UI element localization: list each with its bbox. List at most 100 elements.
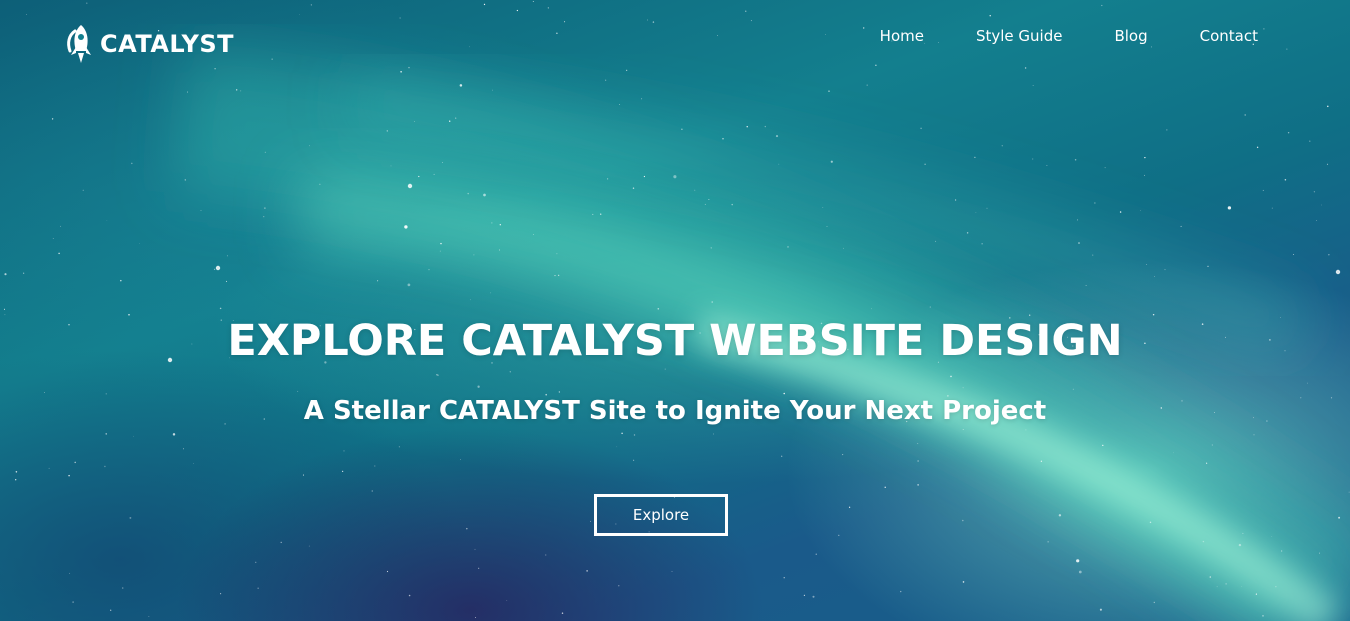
star <box>436 374 438 376</box>
star <box>1085 285 1087 287</box>
star <box>1154 276 1155 278</box>
nav-item-home[interactable]: Home <box>854 26 950 46</box>
star <box>1078 242 1080 244</box>
star <box>986 207 988 209</box>
star <box>843 247 845 249</box>
star <box>219 307 222 310</box>
star <box>341 470 344 473</box>
star <box>764 125 766 128</box>
star <box>600 213 602 215</box>
star <box>308 545 310 547</box>
star <box>1242 532 1244 534</box>
star <box>106 220 108 221</box>
star <box>848 506 851 508</box>
star <box>139 243 140 244</box>
star <box>1209 576 1212 578</box>
star <box>477 385 480 388</box>
star <box>460 459 461 460</box>
star <box>105 433 107 435</box>
star <box>673 175 677 179</box>
star <box>1153 601 1155 604</box>
star <box>148 616 150 618</box>
star <box>962 581 965 583</box>
star <box>1173 452 1175 454</box>
star <box>467 192 469 195</box>
star <box>830 160 833 163</box>
star <box>1318 552 1320 554</box>
star <box>590 520 592 522</box>
star <box>213 268 216 270</box>
star <box>386 570 389 573</box>
star <box>1102 444 1104 447</box>
star <box>981 243 983 245</box>
star <box>1253 434 1255 436</box>
star <box>264 151 266 153</box>
star <box>621 432 623 435</box>
star <box>414 120 415 122</box>
star <box>632 187 635 189</box>
star <box>319 183 321 185</box>
star <box>1284 179 1287 181</box>
star <box>371 490 373 492</box>
star <box>297 390 299 392</box>
top-navigation-bar: CATALYST Home Style Guide Blog Contact <box>0 0 1350 72</box>
star <box>935 240 937 242</box>
star <box>386 130 388 132</box>
star <box>1262 615 1264 617</box>
star <box>433 173 435 175</box>
star <box>1047 541 1049 543</box>
explore-button[interactable]: Explore <box>594 494 728 536</box>
star <box>1092 254 1094 256</box>
bright-star <box>407 183 413 189</box>
star <box>1094 202 1096 204</box>
star <box>713 433 714 435</box>
star <box>60 225 62 227</box>
star <box>1144 174 1145 176</box>
star <box>681 128 683 131</box>
star <box>110 609 112 611</box>
star <box>1032 85 1034 86</box>
star <box>184 179 186 181</box>
star <box>722 138 724 140</box>
star <box>1225 583 1227 585</box>
rocket-icon <box>67 25 91 63</box>
star <box>428 269 430 271</box>
star <box>619 104 620 105</box>
star <box>220 593 222 595</box>
star <box>455 117 457 119</box>
star <box>474 548 476 550</box>
nav-item-blog[interactable]: Blog <box>1088 26 1173 46</box>
star <box>133 435 134 437</box>
star <box>917 443 919 444</box>
star <box>871 308 872 310</box>
star <box>1348 491 1350 493</box>
star <box>187 91 188 93</box>
star <box>812 595 815 598</box>
nav-item-style-guide[interactable]: Style Guide <box>950 26 1089 46</box>
logo-link[interactable]: CATALYST <box>66 23 234 65</box>
star <box>104 465 106 468</box>
star <box>1119 211 1122 213</box>
logo-wordmark: CATALYST <box>100 30 234 58</box>
star <box>4 273 7 276</box>
star <box>704 203 706 205</box>
star <box>1271 536 1273 537</box>
star <box>1206 462 1208 464</box>
star <box>51 118 54 120</box>
star <box>1338 516 1341 519</box>
star <box>1099 608 1102 611</box>
star <box>1309 140 1311 142</box>
star <box>1074 159 1077 161</box>
star <box>1271 207 1273 209</box>
bright-star <box>215 265 221 271</box>
star <box>920 127 922 130</box>
nav-item-contact[interactable]: Contact <box>1174 26 1258 46</box>
star <box>466 527 468 530</box>
star <box>586 570 588 572</box>
star <box>962 519 964 522</box>
star <box>1306 382 1308 384</box>
star <box>1076 559 1080 563</box>
star <box>1144 156 1146 159</box>
star <box>924 163 926 165</box>
star <box>1255 593 1257 595</box>
